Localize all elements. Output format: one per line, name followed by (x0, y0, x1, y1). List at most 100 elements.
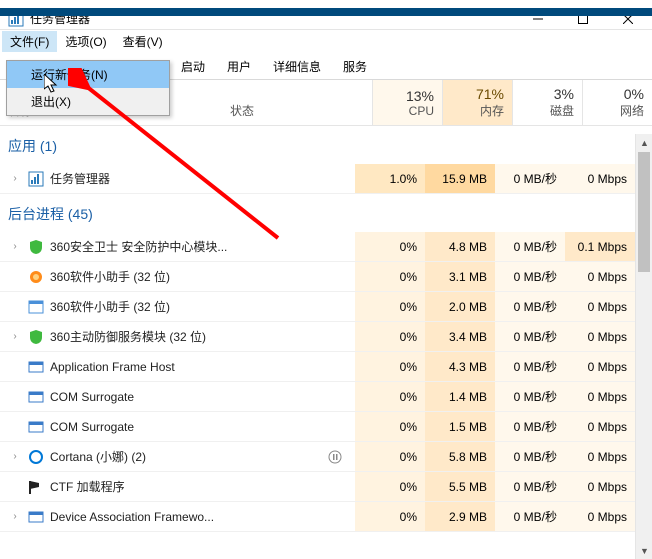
disk-cell: 0 MB/秒 (495, 412, 565, 441)
window-accent-bar (0, 8, 652, 16)
process-row[interactable]: COM Surrogate0%1.4 MB0 MB/秒0 Mbps (0, 382, 635, 412)
network-cell: 0 Mbps (565, 292, 635, 321)
process-name: 360软件小助手 (32 位) (50, 268, 170, 285)
network-cell: 0 Mbps (565, 262, 635, 291)
process-icon (28, 449, 44, 465)
column-network[interactable]: 0% 网络 (582, 80, 652, 125)
process-icon (28, 479, 44, 495)
process-name-cell: Application Frame Host (0, 352, 315, 381)
disk-cell: 0 MB/秒 (495, 382, 565, 411)
file-menu-dropdown: 运行新任务(N) 退出(X) (6, 60, 170, 116)
memory-cell: 2.9 MB (425, 502, 495, 531)
process-name: Device Association Framewo... (50, 510, 214, 524)
process-name-cell: › Device Association Framewo... (0, 502, 315, 531)
memory-cell: 5.8 MB (425, 442, 495, 471)
process-row[interactable]: ›Device Association Framewo...0%2.9 MB0 … (0, 502, 635, 532)
process-icon (28, 389, 44, 405)
process-row[interactable]: › 360主动防御服务模块 (32 位) 0%3.4 MB0 MB/秒0 Mbps (0, 322, 635, 352)
process-row[interactable]: Application Frame Host0%4.3 MB0 MB/秒0 Mb… (0, 352, 635, 382)
process-row[interactable]: 360软件小助手 (32 位)0%2.0 MB0 MB/秒0 Mbps (0, 292, 635, 322)
disk-cell: 0 MB/秒 (495, 164, 565, 193)
network-cell: 0 Mbps (565, 382, 635, 411)
process-row[interactable]: 360软件小助手 (32 位)0%3.1 MB0 MB/秒0 Mbps (0, 262, 635, 292)
process-icon (28, 509, 44, 525)
memory-cell: 4.8 MB (425, 232, 495, 261)
disk-cell: 0 MB/秒 (495, 472, 565, 501)
scroll-up-icon[interactable]: ▲ (636, 134, 652, 151)
menu-item-run-new-task[interactable]: 运行新任务(N) (7, 61, 169, 88)
disk-cell: 0 MB/秒 (495, 292, 565, 321)
process-name-cell: › Cortana (小娜) (2) (0, 442, 315, 471)
column-status[interactable]: 状态 (230, 102, 254, 119)
memory-cell: 3.1 MB (425, 262, 495, 291)
status-cell (315, 352, 355, 381)
process-name-cell: CTF 加载程序 (0, 472, 315, 501)
process-name: Application Frame Host (50, 360, 175, 374)
status-cell (315, 322, 355, 351)
column-disk[interactable]: 3% 磁盘 (512, 80, 582, 125)
network-cell: 0 Mbps (565, 352, 635, 381)
chevron-right-icon[interactable]: › (8, 511, 22, 522)
process-name-cell: 360软件小助手 (32 位) (0, 292, 315, 321)
status-cell (315, 292, 355, 321)
process-icon (28, 239, 44, 255)
section-background[interactable]: 后台进程 (45) (0, 194, 635, 232)
disk-cell: 0 MB/秒 (495, 352, 565, 381)
cpu-cell: 0% (355, 322, 425, 351)
chevron-right-icon[interactable]: › (8, 241, 22, 252)
network-cell: 0 Mbps (565, 322, 635, 351)
process-name: 360主动防御服务模块 (32 位) (50, 328, 206, 345)
disk-cell: 0 MB/秒 (495, 442, 565, 471)
disk-cell: 0 MB/秒 (495, 502, 565, 531)
process-name: 360安全卫士 安全防护中心模块... (50, 238, 227, 255)
process-row[interactable]: ›360安全卫士 安全防护中心模块...0%4.8 MB0 MB/秒0.1 Mb… (0, 232, 635, 262)
process-list[interactable]: 应用 (1)›任务管理器1.0%15.9 MB0 MB/秒0 Mbps后台进程 … (0, 126, 652, 551)
menu-view[interactable]: 查看(V) (115, 31, 171, 52)
menu-options[interactable]: 选项(O) (57, 31, 114, 52)
status-cell (315, 382, 355, 411)
chevron-right-icon[interactable]: › (8, 451, 22, 462)
disk-cell: 0 MB/秒 (495, 232, 565, 261)
status-cell (315, 472, 355, 501)
status-cell (315, 164, 355, 193)
process-name: COM Surrogate (50, 420, 134, 434)
network-cell: 0 Mbps (565, 164, 635, 193)
process-row[interactable]: CTF 加载程序0%5.5 MB0 MB/秒0 Mbps (0, 472, 635, 502)
network-cell: 0 Mbps (565, 442, 635, 471)
process-name-cell: 360软件小助手 (32 位) (0, 262, 315, 291)
process-name: COM Surrogate (50, 390, 134, 404)
menu-file[interactable]: 文件(F) (2, 31, 57, 52)
process-name-cell: COM Surrogate (0, 382, 315, 411)
menu-item-exit[interactable]: 退出(X) (7, 88, 169, 115)
memory-cell: 1.4 MB (425, 382, 495, 411)
process-row[interactable]: ›Cortana (小娜) (2)0%5.8 MB0 MB/秒0 Mbps (0, 442, 635, 472)
cpu-cell: 0% (355, 352, 425, 381)
tab-services[interactable]: 服务 (332, 53, 378, 79)
network-cell: 0 Mbps (565, 472, 635, 501)
column-memory[interactable]: 71% 内存 (442, 80, 512, 125)
process-name: 任务管理器 (50, 170, 110, 187)
chevron-right-icon[interactable]: › (8, 331, 22, 342)
scrollbar[interactable]: ▲ ▼ (635, 134, 652, 559)
memory-cell: 15.9 MB (425, 164, 495, 193)
disk-cell: 0 MB/秒 (495, 322, 565, 351)
cpu-cell: 0% (355, 472, 425, 501)
process-icon (28, 329, 44, 345)
process-row[interactable]: ›任务管理器1.0%15.9 MB0 MB/秒0 Mbps (0, 164, 635, 194)
cpu-cell: 0% (355, 292, 425, 321)
tab-users[interactable]: 用户 (216, 53, 262, 79)
section-apps[interactable]: 应用 (1) (0, 126, 635, 164)
chevron-right-icon[interactable]: › (8, 173, 22, 184)
process-row[interactable]: COM Surrogate0%1.5 MB0 MB/秒0 Mbps (0, 412, 635, 442)
tab-details[interactable]: 详细信息 (262, 53, 332, 79)
process-name: 360软件小助手 (32 位) (50, 298, 170, 315)
cpu-cell: 0% (355, 232, 425, 261)
process-name: Cortana (小娜) (2) (50, 448, 146, 465)
process-name-cell: › 360安全卫士 安全防护中心模块... (0, 232, 315, 261)
process-name-cell: › 360主动防御服务模块 (32 位) (0, 322, 315, 351)
scrollbar-thumb[interactable] (638, 152, 650, 272)
memory-cell: 3.4 MB (425, 322, 495, 351)
process-icon (28, 171, 44, 187)
tab-startup[interactable]: 启动 (170, 53, 216, 79)
column-cpu[interactable]: 13% CPU (372, 80, 442, 125)
